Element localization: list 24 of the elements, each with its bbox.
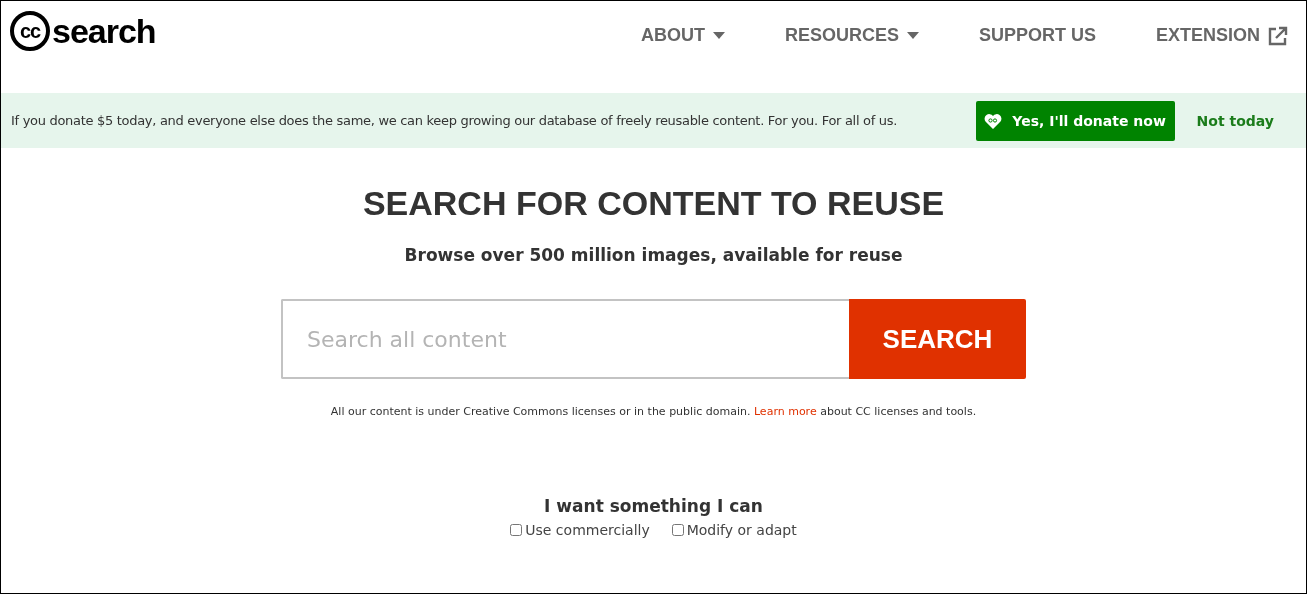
external-link-icon: [1268, 25, 1288, 46]
heart-icon: [984, 112, 1003, 129]
logo-text: search: [52, 11, 156, 51]
filter-heading: I want something I can: [544, 496, 763, 516]
caret-icon: [906, 32, 919, 39]
nav-link[interactable]: RESOURCES: [784, 25, 919, 46]
nav-link[interactable]: ABOUT: [640, 25, 725, 46]
subtitle: Browse over 500 million images, available for reuse: [404, 245, 903, 265]
nav-link[interactable]: EXTENSION: [1155, 25, 1288, 46]
checkbox-label[interactable]: Use commercially: [525, 522, 650, 538]
caret-icon: [712, 32, 725, 39]
page-heading: SEARCH FOR CONTENT TO REUSE: [362, 184, 945, 223]
banner-message: If you donate $5 today, and everyone else does the same, we can keep growing our database of freely reusable content. For you. For all of us.: [11, 113, 899, 128]
checkbox-label[interactable]: Modify or adapt: [686, 522, 797, 538]
search-button[interactable]: SEARCH: [849, 299, 1026, 379]
nav-link[interactable]: SUPPORT US: [978, 25, 1096, 46]
checkbox[interactable]: [671, 524, 684, 536]
logo-mark: cc: [10, 11, 50, 51]
donate-button[interactable]: Yes, I'll donate now: [975, 100, 1175, 141]
checkbox[interactable]: [510, 524, 523, 536]
license-note: All our content is under Creative Commons licenses or in the public domain. Learn more about CC licenses and tools.: [330, 405, 977, 418]
learn-more-link[interactable]: Learn more: [753, 405, 817, 418]
search-field[interactable]: Search all content: [281, 299, 849, 379]
dismiss-link[interactable]: Not today: [1196, 112, 1274, 129]
